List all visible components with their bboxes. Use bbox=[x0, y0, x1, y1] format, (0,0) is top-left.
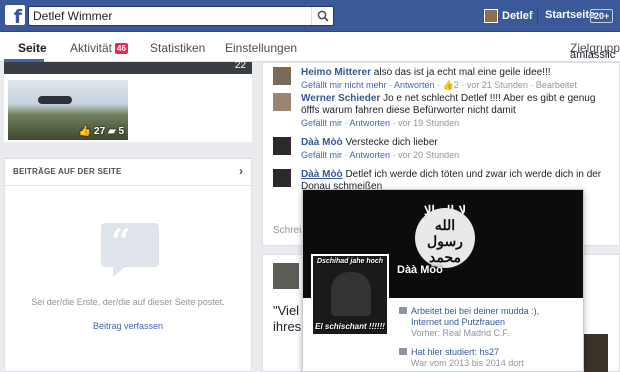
unlike-link[interactable]: Gefällt mir nicht mehr bbox=[301, 80, 387, 90]
work-title[interactable]: Arbeitet bei bei deiner mudda :), bbox=[411, 306, 579, 317]
search-button[interactable] bbox=[311, 7, 333, 25]
photo-comments: 5 bbox=[118, 126, 124, 137]
profile-info: Arbeitet bei bei deiner mudda :), Intern… bbox=[399, 306, 579, 371]
comment-author[interactable]: Werner Schieder bbox=[301, 93, 380, 104]
helicopter-image bbox=[38, 96, 72, 104]
briefcase-icon bbox=[399, 307, 407, 314]
profile-hovercard: لا إله إلا الله الله رسول محمد Dschihad … bbox=[302, 189, 584, 372]
education-title[interactable]: Hat hier studiert: hs27 bbox=[411, 347, 579, 358]
avatar[interactable] bbox=[273, 263, 299, 289]
avatar[interactable] bbox=[273, 137, 291, 155]
home-link[interactable]: Startseite bbox=[545, 9, 595, 21]
tab-statistiken[interactable]: Statistiken bbox=[150, 41, 205, 55]
comment-author[interactable]: Dàà Mòò bbox=[301, 137, 343, 148]
comment-author[interactable]: Dàà Mòò bbox=[301, 169, 343, 180]
armed-figure-image bbox=[331, 272, 371, 316]
reply-link[interactable]: Antworten bbox=[394, 80, 435, 90]
flag-emblem: الله رسول محمد bbox=[415, 208, 475, 268]
comment-meta: Gefällt mir · Antworten · vor 20 Stunden bbox=[301, 150, 460, 160]
quote-bubble-icon: “ bbox=[101, 223, 159, 277]
comment-text: Verstecke dich lieber bbox=[345, 137, 438, 148]
photo-preview[interactable]: 22 bbox=[4, 60, 252, 74]
photo-likes: 27 bbox=[94, 126, 106, 137]
comment-time[interactable]: vor 21 Stunden bbox=[467, 80, 528, 90]
hovercard-name[interactable]: Dàà Mòò bbox=[397, 264, 443, 276]
comment-icon: ▰ bbox=[107, 126, 116, 137]
profile-picture[interactable]: Dschihad jahe hoch El schischant !!!!!! bbox=[311, 254, 389, 336]
like-link[interactable]: Gefällt mir bbox=[301, 150, 342, 160]
search-box[interactable] bbox=[28, 6, 334, 26]
search-input[interactable] bbox=[29, 7, 309, 25]
helicopter-photo[interactable]: 👍 27 ▰ 5 bbox=[8, 80, 128, 140]
tab-label: Aktivität bbox=[70, 41, 113, 55]
comment-author[interactable]: Heimo Mitterer bbox=[301, 67, 371, 78]
write-post-link[interactable]: Beitrag verfassen bbox=[5, 321, 251, 331]
top-bar: f Detlef Startseite 20+ bbox=[0, 0, 620, 32]
like-link[interactable]: Gefällt mir bbox=[301, 118, 342, 128]
reply-link[interactable]: Antworten bbox=[350, 118, 391, 128]
home-badge: 20+ bbox=[590, 9, 614, 23]
comment-time[interactable]: vor 20 Stunden bbox=[398, 150, 459, 160]
search-icon bbox=[317, 10, 329, 22]
work-previous: Vorher: Real Madrid C.F. bbox=[411, 328, 510, 338]
work-info: Arbeitet bei bei deiner mudda :), Intern… bbox=[399, 306, 579, 339]
chevron-right-icon[interactable]: › bbox=[239, 164, 243, 178]
divider bbox=[5, 185, 251, 186]
notification-badge: 46 bbox=[115, 43, 128, 54]
avatar bbox=[484, 9, 498, 23]
comment-time[interactable]: vor 19 Stunden bbox=[398, 118, 459, 128]
flag-line-2: الله رسول محمد bbox=[427, 218, 463, 266]
posts-on-page-panel: BEITRÄGE AUF DER SEITE › “ Sei der/die E… bbox=[4, 158, 252, 372]
education-years: War vom 2013 bis 2014 dort bbox=[411, 358, 524, 368]
divider bbox=[537, 9, 538, 23]
page-tabs: Seite Aktivität 46 Statistiken Einstellun… bbox=[0, 32, 620, 62]
like-icon: 👍 bbox=[78, 126, 92, 137]
photo-stats: 👍 27 ▰ 5 bbox=[79, 126, 124, 137]
profile-link[interactable]: Detlef bbox=[484, 8, 533, 24]
comment-meta: Gefällt mir · Antworten · vor 19 Stunden bbox=[301, 118, 460, 128]
work-title-cont[interactable]: Internet und Putzfrauen bbox=[411, 317, 579, 328]
education-info: Hat hier studiert: hs27 War vom 2013 bis… bbox=[399, 347, 579, 369]
reply-link[interactable]: Antworten bbox=[350, 150, 391, 160]
post-text-fragment: ämlasslic bbox=[570, 49, 616, 61]
panel-title: BEITRÄGE AUF DER SEITE bbox=[13, 167, 122, 176]
tab-seite[interactable]: Seite bbox=[18, 41, 47, 55]
avatar[interactable] bbox=[273, 67, 291, 85]
profile-name: Detlef bbox=[502, 10, 533, 22]
edited-label[interactable]: Bearbeitet bbox=[536, 80, 577, 90]
facebook-logo-icon[interactable]: f bbox=[5, 5, 25, 27]
profile-pic-caption-bottom: El schischant !!!!!! bbox=[315, 322, 385, 331]
photo-strip: 22 👍 27 ▰ 5 bbox=[4, 60, 252, 142]
like-icon: 👍 bbox=[442, 80, 454, 90]
tab-einstellungen[interactable]: Einstellungen bbox=[225, 41, 297, 55]
like-count: 2 bbox=[453, 80, 459, 90]
avatar[interactable] bbox=[273, 93, 291, 111]
photo-count: 22 bbox=[234, 60, 246, 71]
tab-aktivitaet[interactable]: Aktivität 46 bbox=[70, 41, 128, 55]
comment-text: also das ist ja echt mal eine geile idee… bbox=[373, 67, 551, 78]
empty-state-text: Sei der/die Erste, der/die auf dieser Se… bbox=[31, 297, 225, 307]
profile-pic-caption-top: Dschihad jahe hoch bbox=[316, 258, 384, 265]
avatar[interactable] bbox=[273, 169, 291, 187]
graduation-cap-icon bbox=[399, 348, 407, 355]
comment-meta: Gefällt mir nicht mehr · Antworten · 👍2 … bbox=[301, 80, 577, 90]
